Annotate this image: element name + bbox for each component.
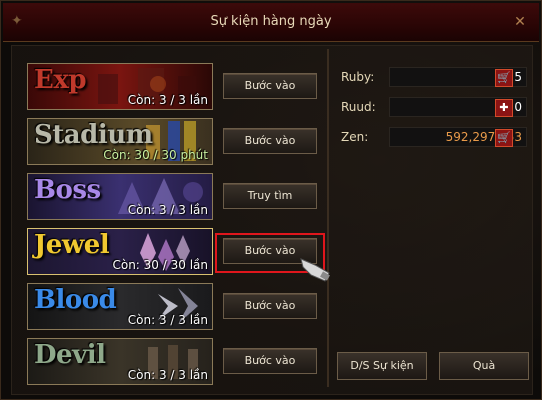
event-remaining: Còn: 30 / 30 phút [103,148,208,162]
event-banner-devil[interactable]: Devil Còn: 3 / 3 lần [27,338,213,385]
event-ranking-button[interactable]: D/S Sự kiện [337,352,427,380]
ruby-label: Ruby: [341,70,375,84]
event-banner-exp[interactable]: Exp Còn: 3 / 3 lần [27,63,213,110]
event-banner-stadium[interactable]: Stadium Còn: 30 / 30 phút [27,118,213,165]
plus-icon[interactable]: ✚ [495,99,513,117]
event-remaining: Còn: 3 / 3 lần [127,93,208,107]
track-button-boss[interactable]: Truy tìm [223,183,317,209]
ruud-label: Ruud: [341,100,376,114]
event-banner-jewel[interactable]: Jewel Còn: 30 / 30 lần [27,228,213,275]
enter-button-stadium[interactable]: Bước vào [223,128,317,154]
event-name: Devil [34,340,106,370]
event-remaining: Còn: 3 / 3 lần [127,313,208,327]
close-icon[interactable]: ✕ [511,13,529,31]
cart-icon[interactable]: 🛒 [495,129,513,147]
cart-icon[interactable]: 🛒 [495,69,513,87]
event-remaining: Còn: 3 / 3 lần [127,368,208,382]
event-remaining: Còn: 30 / 30 lần [112,258,208,272]
reward-button[interactable]: Quà [439,352,529,380]
event-remaining: Còn: 3 / 3 lần [127,203,208,217]
event-banner-blood[interactable]: Blood Còn: 3 / 3 lần [27,283,213,330]
event-name: Stadium [34,120,153,150]
enter-button-devil[interactable]: Bước vào [223,348,317,374]
event-name: Jewel [34,230,110,260]
enter-button-exp[interactable]: Bước vào [223,73,317,99]
event-name: Blood [34,285,117,315]
column-divider [327,49,329,387]
zen-label: Zen: [341,130,369,144]
window-title: Sự kiện hàng ngày [210,14,332,29]
event-name: Boss [34,175,101,205]
daily-events-window: ✦ Sự kiện hàng ngày ✕ Exp Còn: 3 / 3 lần… [0,0,542,400]
event-name: Exp [34,65,87,95]
event-banner-boss[interactable]: Boss Còn: 3 / 3 lần [27,173,213,220]
enter-button-blood[interactable]: Bước vào [223,293,317,319]
title-bar: ✦ Sự kiện hàng ngày ✕ [3,3,539,42]
glove-cursor-icon [300,258,330,282]
